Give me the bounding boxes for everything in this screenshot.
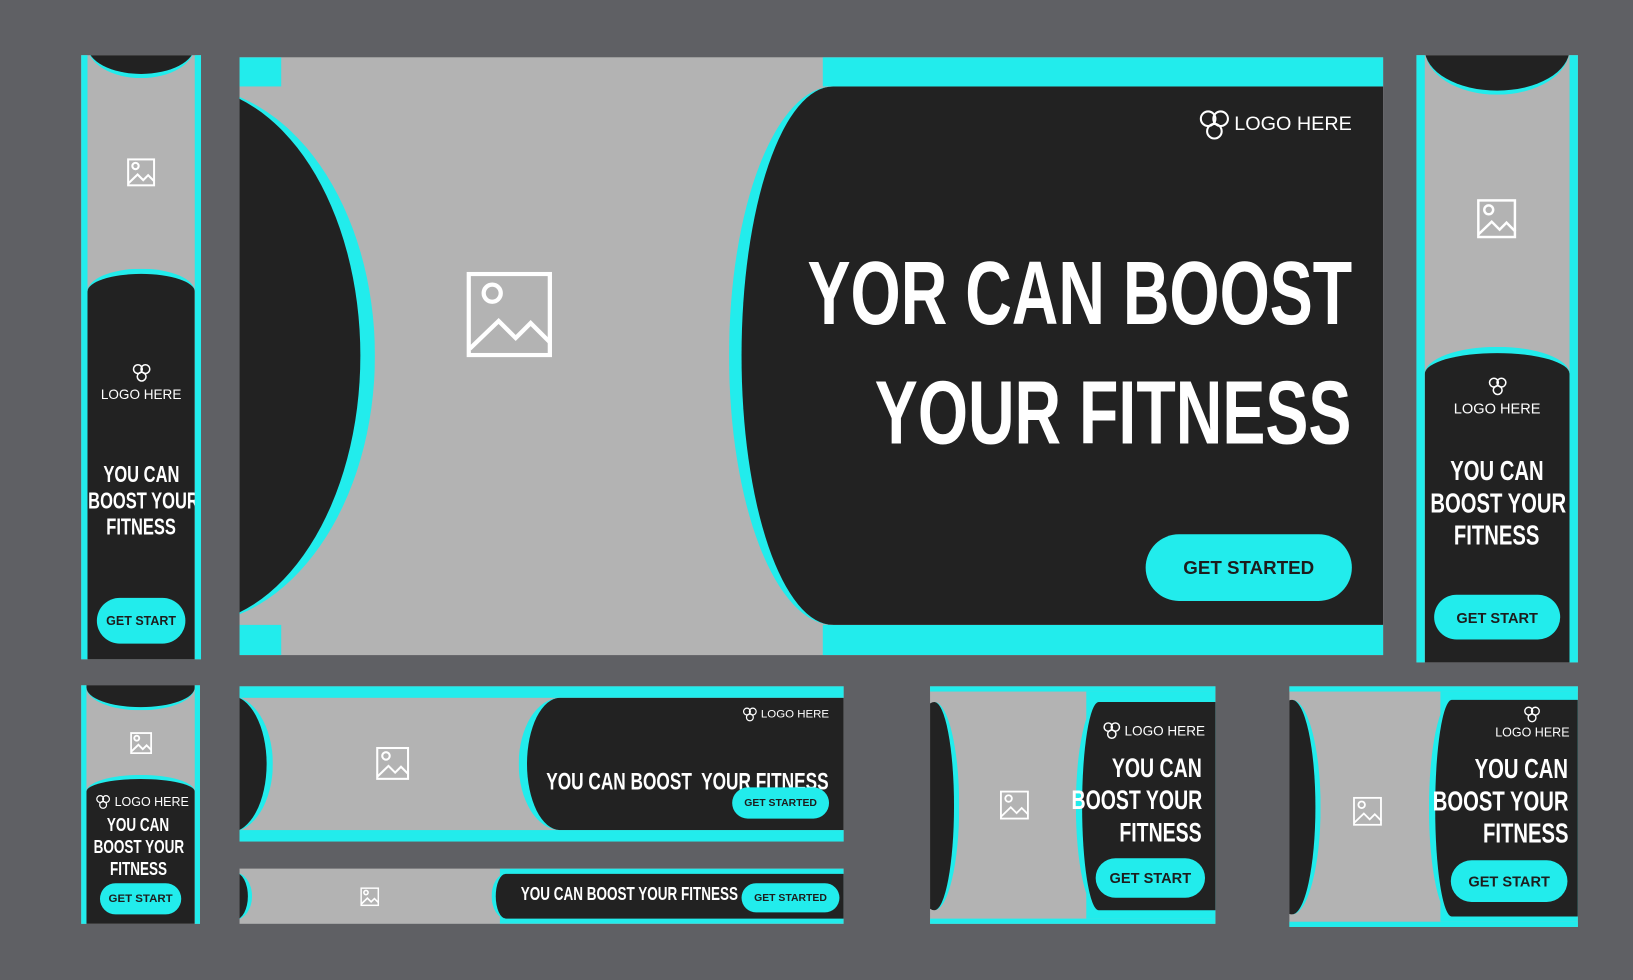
logo-text: LOGO HERE: [1453, 399, 1541, 417]
headline-line: YOU CAN: [1475, 753, 1569, 785]
headline-line: BOOST YOUR: [93, 836, 184, 858]
trefoil-logo-icon: [132, 363, 151, 382]
logo: LOGO HERE: [742, 707, 829, 722]
image-placeholder-icon: [466, 271, 552, 358]
headline: YOU CAN BOOST YOUR FITNESS: [1380, 753, 1569, 850]
logo: LOGO HERE: [87, 363, 194, 402]
headline-line: BOOST YOUR: [88, 487, 199, 514]
logo: LOGO HERE: [1199, 109, 1352, 140]
square-left-banner: LOGO HERE YOU CAN BOOST YOUR FITNESS GET…: [930, 686, 1216, 924]
tall-left-banner: LOGO HERE YOU CAN BOOST YOUR FITNESS GET…: [81, 55, 202, 660]
headline-line: YOU CAN: [1450, 455, 1544, 487]
left-arc-shape: [930, 701, 960, 911]
get-start-button[interactable]: GET START: [1450, 860, 1568, 902]
trefoil-logo-icon: [1103, 722, 1120, 740]
headline: YOR CAN BOOST YOUR FITNESS: [595, 234, 1352, 474]
image-placeholder-icon: [130, 732, 153, 755]
headline-text: YOU CAN BOOST YOUR FITNESS: [520, 883, 738, 905]
main-banner: LOGO HERE YOR CAN BOOST YOUR FITNESS GET…: [239, 57, 1384, 656]
get-start-button[interactable]: GET START: [1434, 594, 1561, 640]
wide-thin-banner: YOU CAN BOOST YOUR FITNESS GET STARTED: [239, 868, 844, 924]
logo: LOGO HERE: [1103, 722, 1205, 740]
logo-text: LOGO HERE: [1495, 724, 1570, 740]
accent-bar-bottom: [239, 624, 282, 656]
image-placeholder-icon: [1477, 199, 1517, 239]
tall-right-banner: LOGO HERE YOU CAN BOOST YOUR FITNESS GET…: [1416, 55, 1578, 663]
trefoil-logo-icon: [1199, 110, 1229, 140]
left-arc-shape: [1289, 699, 1321, 915]
square-right-banner: LOGO HERE YOU CAN BOOST YOUR FITNESS GET…: [1289, 686, 1578, 927]
headline-line: BOOST YOUR: [1430, 487, 1567, 519]
get-start-button[interactable]: GET START: [1095, 858, 1206, 898]
wide-medium-banner: LOGO HERE YOU CAN BOOST YOUR FITNESS GET…: [239, 686, 844, 842]
accent-frame-top: [822, 57, 1384, 87]
headline-line-2: YOUR FITNESS: [875, 363, 1352, 464]
image-placeholder-icon: [376, 746, 410, 780]
accent-frame-bottom: [822, 624, 1384, 656]
image-placeholder-icon: [360, 887, 380, 907]
trefoil-logo-icon: [742, 707, 757, 722]
accent-bar-top: [239, 57, 282, 87]
headline-line: YOU CAN: [103, 461, 180, 488]
top-cap-shape: [86, 685, 195, 711]
get-start-button[interactable]: GET START: [99, 883, 182, 915]
headline: YOU CAN BOOST YOUR FITNESS: [1020, 752, 1202, 849]
headline: YOU CAN BOOST YOUR FITNESS: [87, 461, 199, 540]
headline: YOU CAN BOOST YOUR FITNESS: [521, 883, 750, 905]
logo: LOGO HERE: [1495, 706, 1570, 740]
get-start-button[interactable]: GET START: [96, 597, 186, 644]
headline-line: FITNESS: [110, 858, 168, 880]
trefoil-logo-icon: [1488, 377, 1507, 396]
headline-line: BOOST YOUR: [1071, 784, 1202, 816]
trefoil-logo-icon: [96, 795, 111, 809]
get-started-button[interactable]: GET STARTED: [741, 883, 840, 913]
logo: LOGO HERE: [96, 794, 189, 810]
headline-line: FITNESS: [1454, 519, 1540, 551]
logo-text: LOGO HERE: [100, 386, 182, 403]
headline-line: BOOST YOUR: [1432, 785, 1569, 817]
top-cap-shape: [1424, 55, 1570, 95]
image-placeholder-icon: [127, 158, 156, 187]
headline-line: YOU CAN: [1111, 751, 1202, 784]
logo-text: LOGO HERE: [114, 794, 189, 810]
top-cap-shape: [87, 55, 195, 79]
get-started-button[interactable]: GET STARTED: [732, 787, 830, 819]
headline-line: FITNESS: [106, 513, 176, 540]
trefoil-logo-icon: [1524, 706, 1541, 723]
headline-line: FITNESS: [1483, 817, 1569, 849]
headline: YOU CAN BOOST YOUR FITNESS: [86, 814, 194, 880]
logo-text: LOGO HERE: [1234, 113, 1352, 136]
headline-line: FITNESS: [1119, 816, 1202, 848]
left-arc-shape: [239, 872, 253, 920]
headline: YOU CAN BOOST YOUR FITNESS: [1425, 455, 1570, 552]
left-arc-shape: [239, 697, 273, 831]
small-vertical-banner: LOGO HERE YOU CAN BOOST YOUR FITNESS GET…: [81, 685, 200, 924]
left-arc-shape: [239, 86, 375, 625]
banner-set-canvas: LOGO HERE YOR CAN BOOST YOUR FITNESS GET…: [0, 0, 1633, 980]
logo: LOGO HERE: [1425, 377, 1570, 417]
logo-text: LOGO HERE: [760, 708, 830, 721]
headline-line: YOU CAN: [107, 814, 170, 836]
logo-text: LOGO HERE: [1124, 722, 1206, 739]
get-started-button[interactable]: GET STARTED: [1145, 534, 1352, 601]
headline-line-1: YOR CAN BOOST: [807, 243, 1352, 344]
image-placeholder-icon: [1353, 796, 1382, 826]
